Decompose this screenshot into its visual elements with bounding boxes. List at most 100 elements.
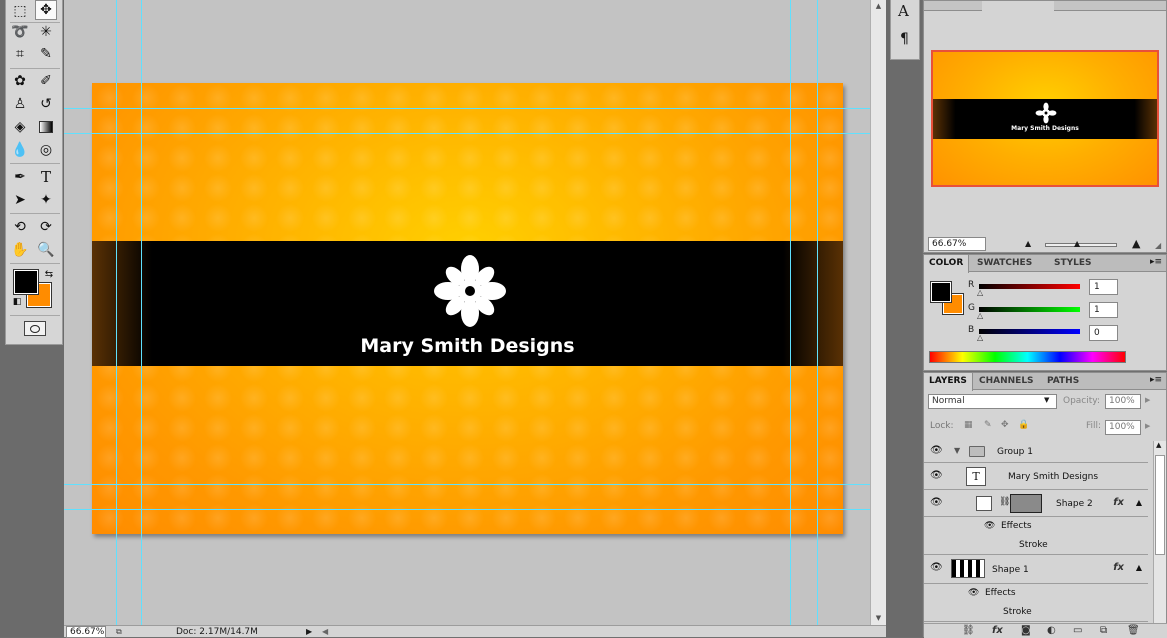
guide-vertical[interactable] bbox=[817, 0, 818, 625]
zoom-in-icon[interactable]: ▲ bbox=[1132, 237, 1140, 250]
layer-row-shape-1[interactable]: 👁 Shape 1 fx ▲ bbox=[924, 555, 1148, 584]
b-value-field[interactable]: 0 bbox=[1089, 325, 1118, 341]
fill-field[interactable]: 100% bbox=[1105, 420, 1141, 435]
path-selection-icon[interactable]: ➤ bbox=[9, 190, 31, 210]
guide-vertical[interactable] bbox=[116, 0, 117, 625]
layers-scrollbar[interactable]: ▲ bbox=[1153, 441, 1166, 623]
delete-layer-icon[interactable]: 🗑 bbox=[1127, 625, 1140, 636]
healing-brush-icon[interactable]: ✿ bbox=[9, 71, 31, 91]
navigator-zoom-slider[interactable]: ▲ bbox=[1045, 239, 1117, 248]
blend-mode-select[interactable]: Normal bbox=[928, 394, 1057, 409]
lock-pixels-icon[interactable]: ✎ bbox=[984, 420, 992, 430]
gradient-icon[interactable] bbox=[35, 117, 57, 137]
navigator-zoom-field[interactable]: 66.67% bbox=[928, 237, 986, 251]
crop-icon[interactable]: ⌗ bbox=[9, 44, 31, 64]
history-brush-icon[interactable]: ↺ bbox=[35, 94, 57, 114]
layers-scroll-up-icon[interactable]: ▲ bbox=[1156, 441, 1161, 449]
group-expand-icon[interactable]: ▼ bbox=[954, 446, 960, 455]
add-mask-icon[interactable]: ◙ bbox=[1021, 625, 1031, 636]
lock-transparent-icon[interactable]: ▦ bbox=[964, 420, 973, 430]
tab-paths[interactable]: PATHS bbox=[1042, 373, 1084, 390]
b-slider-thumb[interactable]: △ bbox=[977, 333, 983, 342]
navigator-tab[interactable] bbox=[982, 1, 1054, 11]
hand-icon[interactable]: ✋ bbox=[9, 240, 31, 260]
character-panel-icon[interactable]: A bbox=[898, 2, 909, 20]
panel-menu-icon[interactable]: ▸≡ bbox=[1150, 257, 1162, 267]
vector-mask-thumb[interactable] bbox=[1010, 494, 1042, 513]
new-group-icon[interactable]: ▭ bbox=[1073, 625, 1082, 636]
slider-thumb[interactable]: ▲ bbox=[1074, 239, 1080, 248]
navigator-thumbnail[interactable]: Mary Smith Designs bbox=[931, 50, 1159, 187]
guide-horizontal[interactable] bbox=[64, 484, 886, 485]
blur-icon[interactable]: 💧 bbox=[9, 140, 31, 160]
layer-row-shape-2[interactable]: 👁 ⛓ Shape 2 fx ▲ bbox=[924, 490, 1148, 517]
3d-orbit-icon[interactable]: ⟳ bbox=[35, 217, 57, 237]
status-menu-arrow-icon[interactable]: ▶ bbox=[306, 626, 312, 638]
effects-collapse-icon[interactable]: ▲ bbox=[1136, 498, 1142, 507]
effects-eye-icon[interactable]: 👁 bbox=[968, 588, 979, 598]
guide-horizontal[interactable] bbox=[64, 133, 886, 134]
adjustment-layer-icon[interactable]: ◐ bbox=[1047, 625, 1056, 636]
canvas-area[interactable]: Mary Smith Designs bbox=[64, 0, 886, 625]
status-icon[interactable]: ⧉ bbox=[116, 627, 122, 637]
shape-1-thumb[interactable] bbox=[951, 559, 985, 578]
marquee-icon[interactable]: ⬚ bbox=[9, 1, 31, 21]
blend-mode-chevron-icon[interactable]: ▼ bbox=[1044, 396, 1049, 404]
stroke-row-shape-2[interactable]: Stroke bbox=[924, 536, 1148, 555]
status-zoom-field[interactable]: 66.67% bbox=[66, 626, 106, 638]
tab-styles[interactable]: STYLES bbox=[1049, 255, 1097, 272]
layer-name[interactable]: Shape 2 bbox=[1056, 499, 1093, 509]
opacity-arrow-icon[interactable]: ▶ bbox=[1145, 396, 1150, 404]
type-icon[interactable]: T bbox=[35, 167, 57, 187]
b-slider[interactable] bbox=[979, 329, 1080, 334]
visibility-eye-icon[interactable]: 👁 bbox=[930, 562, 943, 573]
r-slider[interactable] bbox=[979, 284, 1080, 289]
new-layer-icon[interactable]: ⧉ bbox=[1100, 625, 1107, 636]
eraser-icon[interactable]: ◈ bbox=[9, 117, 31, 137]
tab-channels[interactable]: CHANNELS bbox=[974, 373, 1039, 390]
guide-vertical[interactable] bbox=[790, 0, 791, 625]
fill-arrow-icon[interactable]: ▶ bbox=[1145, 422, 1150, 430]
opacity-field[interactable]: 100% bbox=[1105, 394, 1141, 409]
link-layers-icon[interactable]: ⛓ bbox=[962, 625, 975, 636]
fx-icon[interactable]: fx bbox=[1113, 562, 1124, 573]
layers-menu-icon[interactable]: ▸≡ bbox=[1150, 375, 1162, 385]
default-colors-icon[interactable]: ◧ bbox=[11, 296, 23, 308]
g-value-field[interactable]: 1 bbox=[1089, 302, 1118, 318]
clone-stamp-icon[interactable]: ♙ bbox=[9, 94, 31, 114]
r-value-field[interactable]: 1 bbox=[1089, 279, 1118, 295]
scroll-up-icon[interactable]: ▲ bbox=[871, 0, 886, 12]
quick-mask-icon[interactable] bbox=[24, 321, 46, 336]
tab-layers[interactable]: LAYERS bbox=[924, 373, 973, 391]
add-style-icon[interactable]: fx bbox=[992, 625, 1003, 636]
brush-icon[interactable]: ✐ bbox=[35, 71, 57, 91]
3d-rotate-icon[interactable]: ⟲ bbox=[9, 217, 31, 237]
effects-row-shape-2[interactable]: 👁 Effects bbox=[924, 517, 1148, 536]
layer-name[interactable]: Group 1 bbox=[997, 447, 1033, 457]
color-spectrum-bar[interactable] bbox=[929, 351, 1126, 363]
eyedropper-icon[interactable]: ✎ bbox=[35, 44, 57, 64]
effects-collapse-icon[interactable]: ▲ bbox=[1136, 563, 1142, 572]
guide-vertical[interactable] bbox=[141, 0, 142, 625]
pen-icon[interactable]: ✒ bbox=[9, 167, 31, 187]
scroll-down-icon[interactable]: ▼ bbox=[871, 612, 886, 624]
zoom-out-icon[interactable]: ▲ bbox=[1025, 239, 1031, 248]
paragraph-panel-icon[interactable]: ¶ bbox=[900, 31, 909, 47]
hscroll-left-icon[interactable]: ◀ bbox=[322, 626, 328, 638]
guide-horizontal[interactable] bbox=[64, 108, 886, 109]
swap-colors-icon[interactable]: ⇆ bbox=[42, 264, 56, 284]
canvas-vertical-scrollbar[interactable]: ▲ ▼ bbox=[870, 0, 886, 625]
shape-color-thumb[interactable] bbox=[976, 496, 992, 511]
layer-row-text[interactable]: 👁 T Mary Smith Designs bbox=[924, 463, 1148, 490]
dodge-icon[interactable]: ◎ bbox=[35, 140, 57, 160]
tab-color[interactable]: COLOR bbox=[924, 255, 970, 273]
magic-wand-icon[interactable]: ✳ bbox=[35, 22, 57, 42]
lock-all-icon[interactable]: 🔒 bbox=[1018, 420, 1029, 430]
tab-swatches[interactable]: SWATCHES bbox=[972, 255, 1037, 272]
custom-shape-icon[interactable]: ✦ bbox=[35, 190, 57, 210]
effects-eye-icon[interactable]: 👁 bbox=[984, 521, 995, 531]
g-slider[interactable] bbox=[979, 307, 1080, 312]
foreground-color-swatch[interactable] bbox=[13, 269, 39, 295]
visibility-eye-icon[interactable]: 👁 bbox=[930, 445, 943, 456]
g-slider-thumb[interactable]: △ bbox=[977, 311, 983, 320]
